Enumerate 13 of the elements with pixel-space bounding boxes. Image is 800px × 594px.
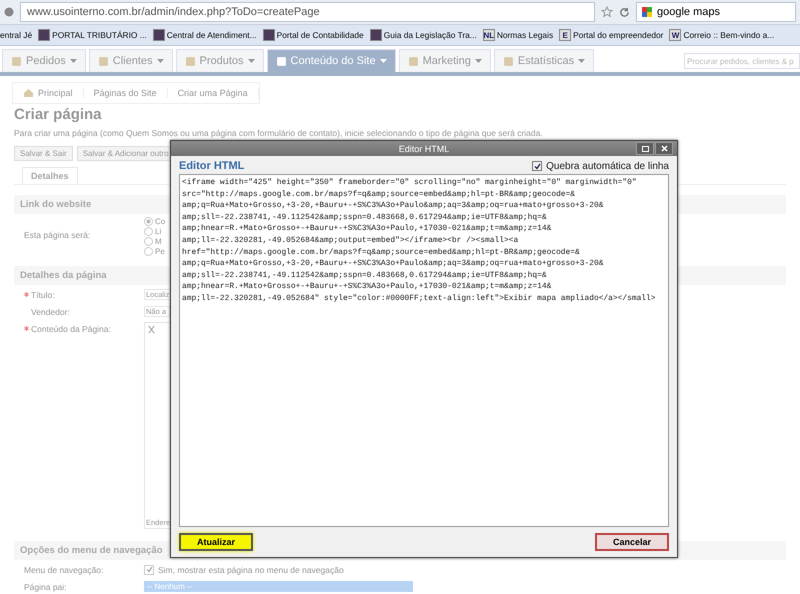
page-title: Criar página xyxy=(14,106,103,123)
bookmark-icon: W xyxy=(669,29,682,41)
field-label: Página pai: xyxy=(24,582,68,592)
editor-heading: Editor HTML xyxy=(179,160,244,172)
field-label: Conteúdo da Página: xyxy=(31,324,111,334)
field-label: Menu de navegação: xyxy=(24,564,104,574)
bookmark-icon: NL xyxy=(482,29,495,41)
field-label: Esta página será: xyxy=(24,230,92,240)
field-label: Título: xyxy=(31,290,55,300)
intro-text: Para criar uma página (como Quem Somos ou uma página com formulário de contato), inicie selecionando o tipo de página que será criada. xyxy=(14,128,544,138)
bookmark-icon: E xyxy=(559,29,572,41)
dialog-title: Editor HTML xyxy=(398,144,450,154)
field-label: Vendedor: xyxy=(31,306,70,316)
